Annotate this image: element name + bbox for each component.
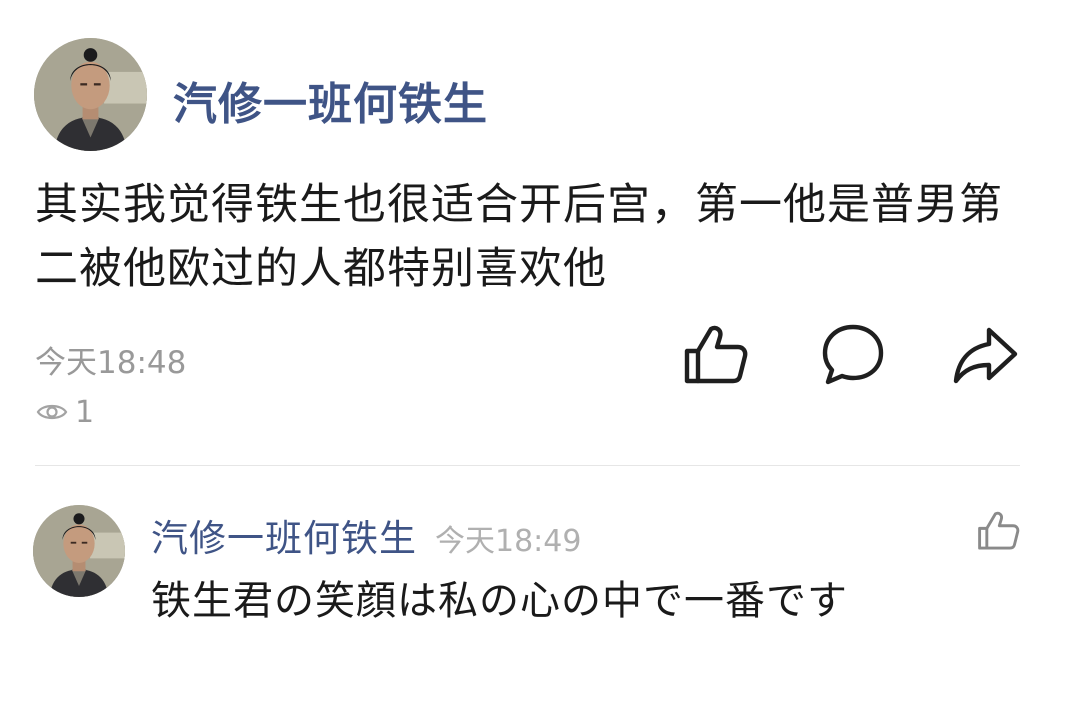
share-button[interactable] [950,320,1020,390]
share-arrow-icon [953,327,1018,384]
reply-content: 铁生君の笑顔は私の心の中で一番です [151,578,848,624]
reply-author-name[interactable]: 汽修一班何铁生 [151,508,417,562]
reply-author-avatar[interactable] [33,505,125,597]
section-divider [35,465,1020,466]
view-count-value: 1 [75,394,95,430]
reply-like-button[interactable] [975,508,1021,554]
thumbs-up-icon [684,325,748,384]
comment-button[interactable] [818,320,888,390]
post-timestamp: 今天18:48 [35,345,187,381]
reply-header: 汽修一班何铁生 今天18:49 [151,508,581,562]
comment-bubble-icon [822,324,884,385]
post-author-name[interactable]: 汽修一班何铁生 [173,68,488,132]
view-count: 1 [35,394,95,430]
reply-timestamp: 今天18:49 [435,524,582,559]
avatar-portrait-icon [33,505,125,597]
post-content: 其实我觉得铁生也很适合开后宫，第一他是普男第二被他欧过的人都特别喜欢他 [35,180,1003,294]
eye-icon [36,404,68,420]
thumbs-up-icon [978,511,1020,550]
post-author-avatar[interactable] [34,38,147,151]
avatar-portrait-icon [34,38,147,151]
like-button[interactable] [680,320,750,390]
